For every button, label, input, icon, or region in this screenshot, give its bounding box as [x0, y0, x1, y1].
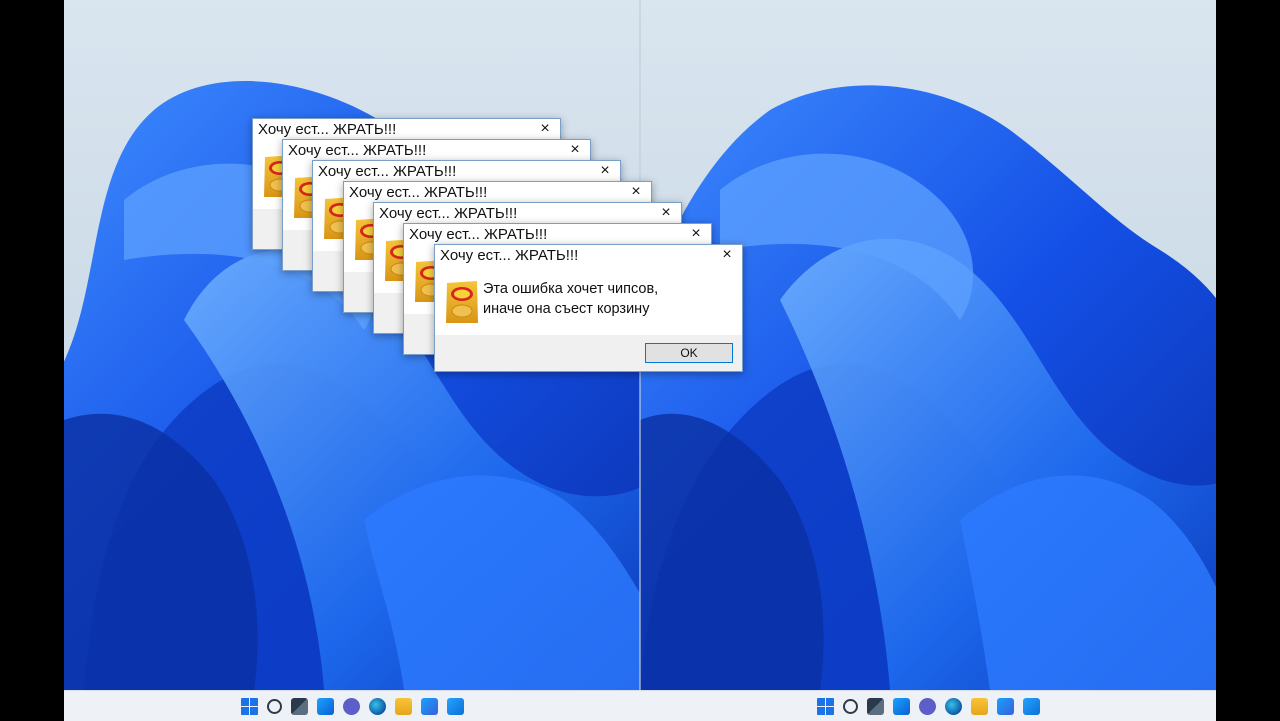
edge-icon[interactable]: [944, 697, 962, 715]
dialog-title: Хочу ест... ЖРАТЬ!!!: [288, 142, 427, 159]
dialog-title: Хочу ест... ЖРАТЬ!!!: [379, 205, 518, 222]
dialog-body: Эта ошибка хочет чипсов, иначе она съест…: [435, 267, 742, 335]
search-icon[interactable]: [266, 698, 282, 714]
lays-chips-icon: [446, 281, 478, 323]
dialog-message-line1: Эта ошибка хочет чипсов,: [483, 281, 659, 297]
screen: Хочу ест... ЖРАТЬ!!! × Хочу ест... ЖРАТЬ…: [0, 0, 1280, 721]
store-icon[interactable]: [996, 697, 1014, 715]
close-icon[interactable]: ×: [657, 203, 675, 223]
widgets-icon[interactable]: [892, 697, 910, 715]
chat-icon[interactable]: [342, 697, 360, 715]
close-icon[interactable]: ×: [718, 245, 736, 265]
dialog-title: Хочу ест... ЖРАТЬ!!!: [318, 163, 457, 180]
chat-icon[interactable]: [918, 697, 936, 715]
edge-icon[interactable]: [368, 697, 386, 715]
close-icon[interactable]: ×: [566, 140, 584, 160]
dialog-titlebar[interactable]: Хочу ест... ЖРАТЬ!!! ×: [283, 140, 590, 162]
dialog-message-line2: иначе она съест корзину: [483, 301, 650, 317]
store-icon[interactable]: [420, 697, 438, 715]
file-explorer-icon[interactable]: [970, 697, 988, 715]
task-view-icon[interactable]: [866, 697, 884, 715]
close-icon[interactable]: ×: [687, 224, 705, 244]
start-icon[interactable]: [240, 697, 258, 715]
widgets-icon[interactable]: [316, 697, 334, 715]
dialog-title: Хочу ест... ЖРАТЬ!!!: [409, 226, 548, 243]
mail-icon[interactable]: [1022, 697, 1040, 715]
dialog-title: Хочу ест... ЖРАТЬ!!!: [349, 184, 488, 201]
dialog-titlebar[interactable]: Хочу ест... ЖРАТЬ!!! ×: [435, 245, 742, 267]
dialog-titlebar[interactable]: Хочу ест... ЖРАТЬ!!! ×: [374, 203, 681, 225]
dialog-message: Эта ошибка хочет чипсов, иначе она съест…: [483, 279, 733, 319]
dialog-titlebar[interactable]: Хочу ест... ЖРАТЬ!!! ×: [404, 224, 711, 246]
taskbar-left: [64, 690, 640, 721]
mail-icon[interactable]: [446, 697, 464, 715]
dialog-titlebar[interactable]: Хочу ест... ЖРАТЬ!!! ×: [313, 161, 620, 183]
dialog-title: Хочу ест... ЖРАТЬ!!!: [258, 121, 397, 138]
dialog-titlebar[interactable]: Хочу ест... ЖРАТЬ!!! ×: [253, 119, 560, 141]
search-icon[interactable]: [842, 698, 858, 714]
taskbar-right: [640, 690, 1216, 721]
file-explorer-icon[interactable]: [394, 697, 412, 715]
task-view-icon[interactable]: [290, 697, 308, 715]
close-icon[interactable]: ×: [596, 161, 614, 181]
close-icon[interactable]: ×: [536, 119, 554, 139]
dialog-title: Хочу ест... ЖРАТЬ!!!: [440, 247, 579, 264]
ok-button[interactable]: OK: [645, 343, 733, 363]
close-icon[interactable]: ×: [627, 182, 645, 202]
start-icon[interactable]: [816, 697, 834, 715]
error-dialog-front[interactable]: Хочу ест... ЖРАТЬ!!! × Эта ошибка хочет …: [434, 244, 743, 372]
dialog-titlebar[interactable]: Хочу ест... ЖРАТЬ!!! ×: [344, 182, 651, 204]
